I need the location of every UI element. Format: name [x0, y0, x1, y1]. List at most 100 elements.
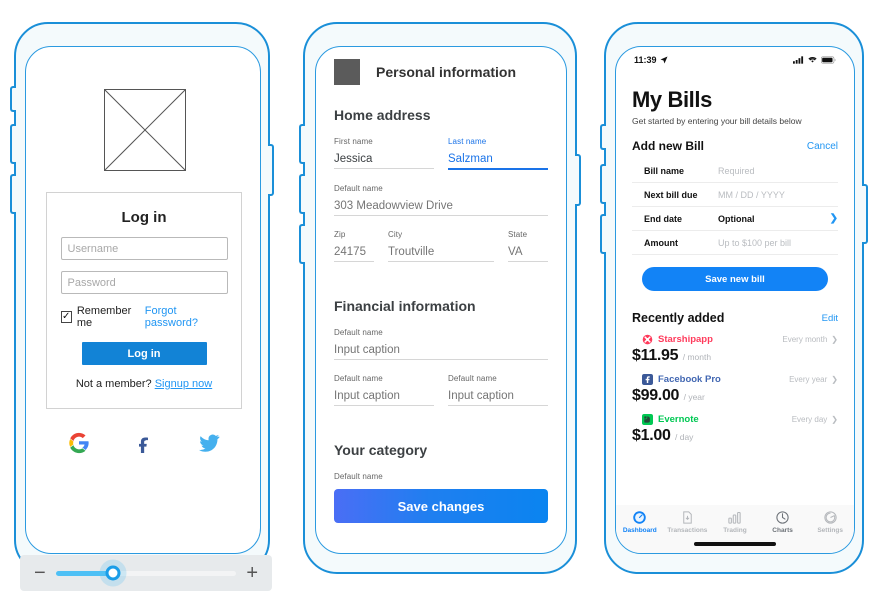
end-date-value[interactable]: Optional — [718, 214, 830, 224]
amount-value[interactable]: Up to $100 per bill — [718, 238, 838, 248]
tab-charts[interactable]: Charts — [759, 510, 807, 534]
mute-switch-button-2[interactable] — [299, 224, 305, 264]
mute-switch-button-3[interactable] — [600, 124, 606, 150]
volume-up-button[interactable] — [10, 86, 16, 112]
tab-settings[interactable]: Settings — [806, 510, 854, 534]
field-label: Default name — [334, 374, 383, 383]
signup-now-link[interactable]: Signup now — [155, 378, 213, 390]
list-item[interactable]: Facebook Pro Every year ❯ $99.00 / year — [632, 374, 838, 405]
bill-frequency[interactable]: Every day ❯ — [792, 415, 838, 424]
forgot-password-link[interactable]: Forgot password? — [145, 305, 228, 329]
bill-name-row[interactable]: Bill name Required — [632, 159, 838, 183]
tab-transactions[interactable]: Transactions — [664, 510, 712, 534]
add-new-bill-fields: Bill name Required Next bill due MM / DD… — [632, 159, 838, 255]
cancel-button[interactable]: Cancel — [807, 141, 838, 152]
zoom-slider-bar[interactable]: − + — [20, 555, 272, 591]
field-category: Default name — [334, 472, 548, 481]
field-last-name: Last name — [448, 137, 548, 170]
twitter-icon[interactable] — [198, 432, 220, 459]
username-input[interactable] — [60, 237, 228, 260]
field-row: First name Last name — [334, 137, 548, 184]
starshipapp-icon — [642, 334, 653, 345]
chevron-right-icon[interactable]: ❯ — [831, 375, 838, 384]
power-button[interactable] — [268, 144, 274, 196]
zoom-out-button[interactable]: − — [34, 563, 46, 583]
tab-dashboard[interactable]: Dashboard — [616, 510, 664, 534]
chevron-right-icon[interactable]: ❯ — [830, 213, 838, 224]
financial-input-1[interactable] — [334, 343, 548, 360]
power-button-3[interactable] — [862, 184, 868, 244]
zoom-in-button[interactable]: + — [246, 563, 258, 583]
bill-frequency[interactable]: Every month ❯ — [782, 335, 838, 344]
bill-frequency-label: Every month — [782, 335, 828, 344]
field-row: Default name — [334, 328, 548, 374]
bill-item-header: Starshipapp Every month ❯ — [632, 334, 838, 345]
end-date-row[interactable]: End date Optional ❯ — [632, 207, 838, 231]
street-address-input[interactable] — [334, 199, 548, 216]
personal-information-screen: Personal information Home address First … — [315, 46, 567, 554]
login-button[interactable]: Log in — [81, 342, 207, 365]
field-label: City — [388, 230, 403, 239]
checkbox-checked-icon[interactable]: ✓ — [60, 311, 72, 323]
last-name-input[interactable] — [448, 152, 548, 170]
next-bill-due-value[interactable]: MM / DD / YYYY — [718, 190, 838, 200]
recently-added-title: Recently added — [632, 311, 725, 325]
chevron-right-icon[interactable]: ❯ — [831, 335, 838, 344]
section-title-your-category: Your category — [334, 442, 428, 458]
volume-down-button-2[interactable] — [299, 174, 305, 214]
social-login-row — [46, 432, 242, 459]
zip-input[interactable] — [334, 245, 374, 262]
google-icon[interactable] — [68, 432, 90, 459]
bill-amount: $1.00 — [632, 427, 671, 444]
list-item[interactable]: Evernote Every day ❯ $1.00 / day — [632, 414, 838, 445]
first-name-input[interactable] — [334, 152, 434, 169]
financial-input-3[interactable] — [448, 389, 548, 406]
not-member-row: Not a member? Signup now — [47, 378, 241, 390]
bill-frequency[interactable]: Every year ❯ — [789, 375, 838, 384]
facebook-icon — [642, 374, 653, 385]
save-new-bill-button[interactable]: Save new bill — [642, 267, 828, 291]
bill-amount: $11.95 — [632, 347, 679, 364]
password-input[interactable] — [60, 271, 228, 294]
bill-name-label: Bill name — [644, 165, 685, 176]
bill-frequency-label: Every day — [791, 415, 828, 424]
field-zip: Zip — [334, 230, 374, 262]
my-bills-screen: 11:39 My Bills Get started by entering y… — [615, 46, 855, 554]
save-changes-button[interactable]: Save changes — [334, 489, 548, 523]
bill-frequency-label: Every year — [789, 375, 828, 384]
chevron-right-icon[interactable]: ❯ — [831, 415, 838, 424]
section-title-home-address: Home address — [334, 107, 431, 123]
dashboard-icon — [633, 511, 647, 524]
zoom-slider-knob[interactable] — [105, 565, 121, 581]
volume-up-button-3[interactable] — [600, 164, 606, 204]
not-member-label: Not a member? — [75, 378, 152, 390]
bill-amount-row: $1.00 / day — [632, 427, 838, 445]
volume-up-button-2[interactable] — [299, 124, 305, 164]
volume-down-button-3[interactable] — [600, 214, 606, 254]
city-input[interactable] — [388, 245, 494, 262]
facebook-icon[interactable] — [134, 433, 154, 458]
state-input[interactable] — [508, 245, 548, 262]
home-indicator[interactable] — [694, 542, 776, 546]
zoom-slider-track[interactable] — [55, 565, 237, 581]
mute-switch-button[interactable] — [10, 174, 16, 214]
list-item[interactable]: Starshipapp Every month ❯ $11.95 / month — [632, 334, 838, 365]
edit-button[interactable]: Edit — [822, 313, 838, 324]
add-new-bill-title: Add new Bill — [632, 139, 704, 153]
field-row: Default name — [334, 184, 548, 230]
field-label: Default name — [334, 184, 383, 193]
amount-row[interactable]: Amount Up to $100 per bill — [632, 231, 838, 255]
remember-me-checkbox[interactable]: ✓ Remember me — [60, 305, 145, 329]
volume-down-button[interactable] — [10, 124, 16, 164]
power-button-2[interactable] — [575, 154, 581, 206]
tab-trading[interactable]: Trading — [711, 510, 759, 534]
financial-input-2[interactable] — [334, 389, 434, 406]
trading-icon — [728, 511, 742, 524]
field-row: Default name Default name — [334, 374, 548, 420]
tab-label: Settings — [817, 527, 843, 534]
image-placeholder — [104, 89, 186, 171]
form-header-title: Personal information — [376, 64, 517, 80]
next-bill-due-row[interactable]: Next bill due MM / DD / YYYY — [632, 183, 838, 207]
bill-name-value[interactable]: Required — [718, 166, 838, 176]
field-label: First name — [334, 137, 373, 146]
